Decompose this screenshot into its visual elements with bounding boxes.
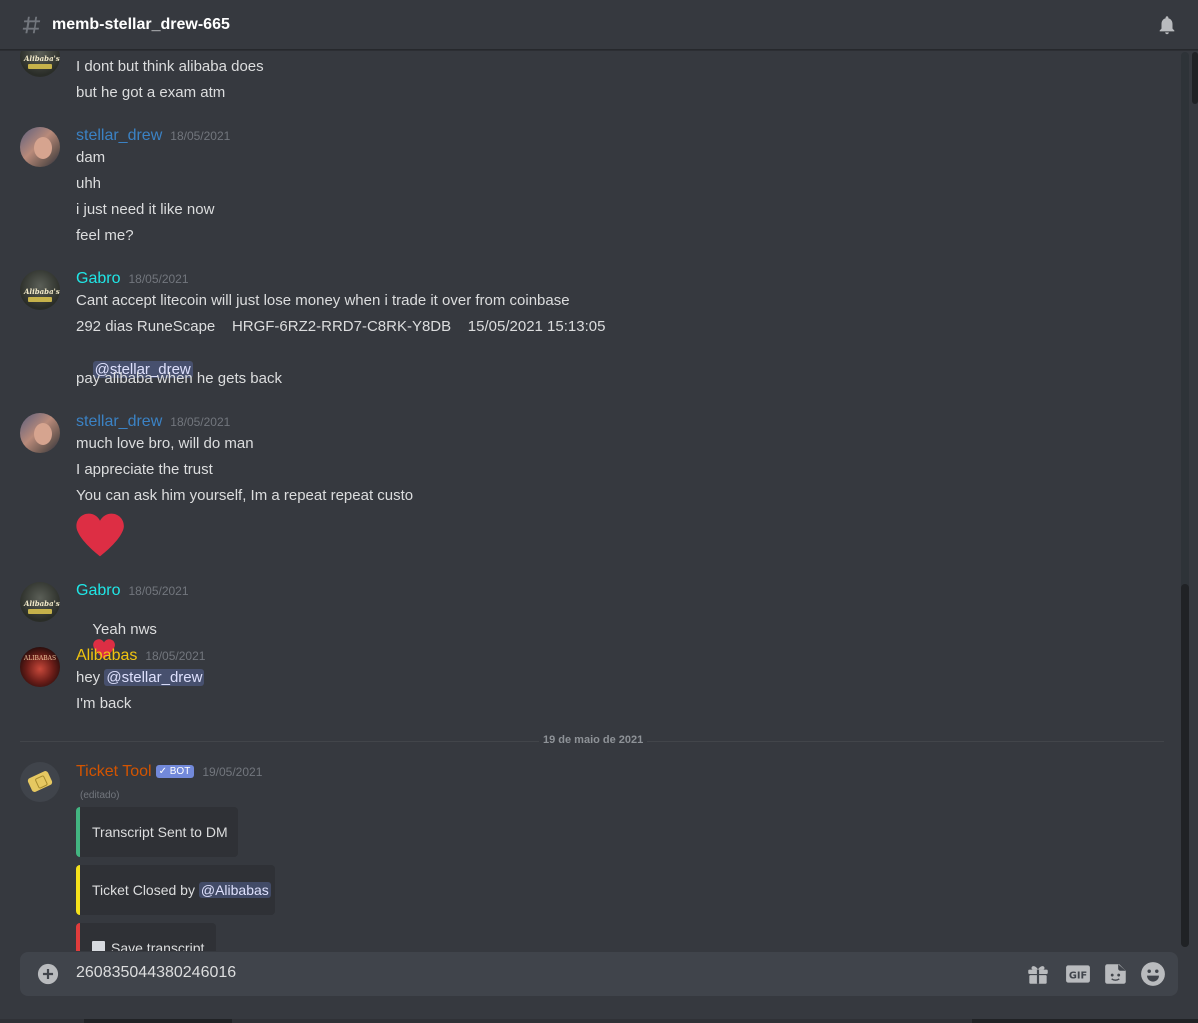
avatar-alibabas[interactable]: ALIBABAS (20, 647, 60, 687)
avatar-stellar-drew[interactable] (20, 127, 60, 167)
message-line: I dont but think alibaba does (76, 58, 264, 75)
username-stellar-drew[interactable]: stellar_drew (76, 127, 162, 145)
svg-text:GIF: GIF (1069, 970, 1087, 981)
avatar-gabro[interactable]: Alibaba's (20, 270, 60, 310)
avatar-stellar-drew[interactable] (20, 413, 60, 453)
embed-text: Transcript Sent to DM (92, 824, 228, 840)
message-header: stellar_drew 18/05/2021 (76, 127, 230, 145)
message-header: Ticket Tool ✓ BOT 19/05/2021 (76, 763, 262, 781)
avatar-gabro[interactable]: Alibaba's (20, 51, 60, 77)
message-list: Alibaba's I dont but think alibaba does … (0, 51, 1180, 951)
user-mention[interactable]: @stellar_drew (104, 669, 205, 686)
message-line: uhh (76, 175, 102, 192)
message-line: Yeah nws (76, 604, 157, 677)
date-divider-label: 19 de maio de 2021 (539, 734, 648, 746)
message-line: I'm back (76, 695, 132, 712)
message-header: Alibabas 18/05/2021 (76, 647, 205, 665)
heart-emoji-icon[interactable] (76, 511, 124, 559)
embed-text: Ticket Closed by (92, 882, 195, 898)
edited-label: (editado) (80, 790, 120, 801)
avatar-ticket-tool[interactable] (20, 762, 60, 802)
message-timestamp: 18/05/2021 (128, 272, 189, 286)
message-header: stellar_drew 18/05/2021 (76, 413, 230, 431)
message-line: much love bro, will do man (76, 435, 254, 452)
username-gabro[interactable]: Gabro (76, 582, 120, 600)
emoji-icon[interactable] (1140, 961, 1166, 987)
message-timestamp: 18/05/2021 (170, 415, 231, 429)
username-alibabas[interactable]: Alibabas (76, 647, 137, 665)
message-timestamp: 18/05/2021 (170, 129, 231, 143)
message-composer[interactable]: 260835044380246016 GIF (20, 952, 1178, 996)
message-text: hey (76, 669, 101, 686)
add-attachment-icon[interactable] (37, 963, 59, 985)
user-mention[interactable]: @Alibabas (198, 882, 271, 898)
channel-name: memb-stellar_drew-665 (52, 15, 230, 33)
message-line: i just need it like now (76, 201, 215, 218)
embed-text: Save transcript (111, 940, 205, 951)
message-header: Gabro 18/05/2021 (76, 270, 189, 288)
username-ticket-tool[interactable]: Ticket Tool (76, 763, 152, 781)
message-line: hey @stellar_drew (76, 669, 205, 686)
bottom-edge (0, 1019, 1198, 1023)
gif-icon[interactable]: GIF (1065, 961, 1091, 987)
message-line: dam (76, 149, 106, 166)
username-stellar-drew[interactable]: stellar_drew (76, 413, 162, 431)
message-line: You can ask him yourself, Im a repeat re… (76, 487, 414, 504)
message-timestamp: 18/05/2021 (145, 649, 206, 663)
gift-icon[interactable] (1025, 961, 1051, 987)
embed-save-transcript[interactable]: Save transcript (76, 923, 216, 951)
embed-ticket-closed: Ticket Closed by @Alibabas (76, 865, 275, 915)
message-line: I appreciate the trust (76, 461, 213, 478)
page-icon (92, 941, 105, 951)
hashtag-icon (22, 16, 41, 33)
channel-header: memb-stellar_drew-665 (0, 0, 1198, 50)
username-gabro[interactable]: Gabro (76, 270, 120, 288)
sticker-icon[interactable] (1103, 961, 1129, 987)
notification-bell-icon[interactable] (1156, 14, 1178, 36)
message-input[interactable]: 260835044380246016 (76, 964, 236, 982)
embed-transcript-sent: Transcript Sent to DM (76, 807, 238, 857)
message-text: Yeah nws (92, 621, 157, 638)
message-line: Cant accept litecoin will just lose mone… (76, 292, 570, 309)
message-line: feel me? (76, 227, 134, 244)
message-header: Gabro 18/05/2021 (76, 582, 189, 600)
message-line: 292 dias RuneScape HRGF-6RZ2-RRD7-C8RK-Y… (76, 318, 606, 335)
message-timestamp: 18/05/2021 (128, 584, 189, 598)
window-scrollbar[interactable] (1192, 52, 1198, 104)
message-line: pay alibaba when he gets back (76, 370, 282, 387)
message-timestamp: 19/05/2021 (202, 765, 263, 779)
bot-badge: ✓ BOT (155, 765, 195, 778)
message-line: but he got a exam atm (76, 84, 226, 101)
message-scrollbar-thumb[interactable] (1181, 584, 1189, 947)
avatar-gabro[interactable]: Alibaba's (20, 582, 60, 622)
